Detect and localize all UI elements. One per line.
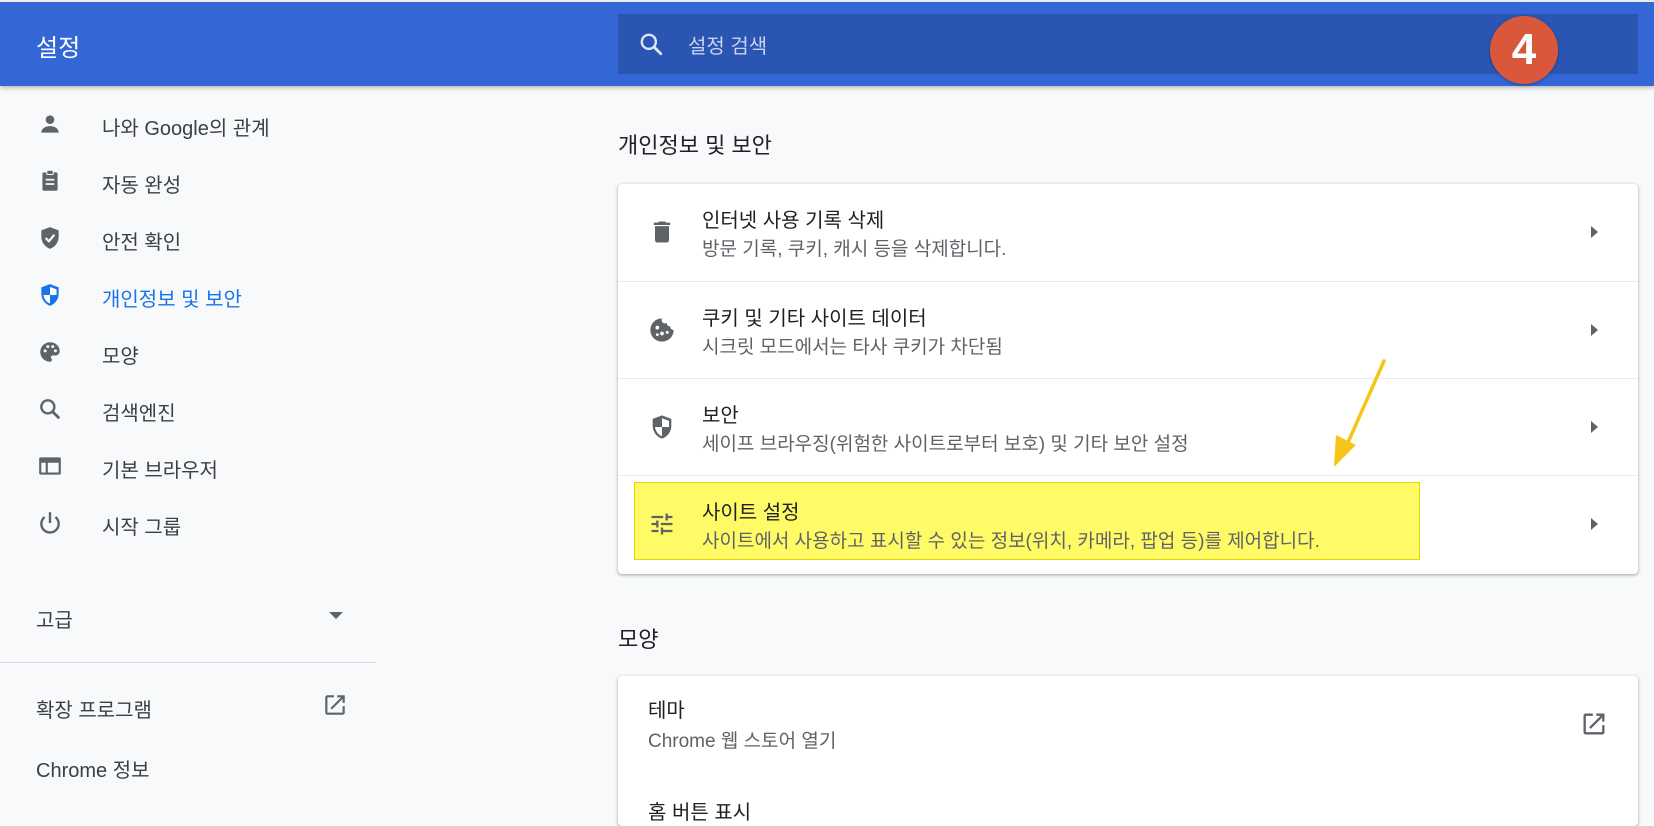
security-shield-icon: [652, 415, 672, 439]
extensions-link[interactable]: 확장 프로그램: [0, 678, 376, 734]
show-home-button-title[interactable]: 홈 버튼 표시: [648, 796, 751, 825]
sidebar-item-default-browser[interactable]: 기본 브라우저: [0, 436, 376, 494]
sidebar-item-google[interactable]: 나와 Google의 관계: [0, 94, 376, 152]
shield-icon: [41, 284, 59, 306]
chevron-right-icon: [1591, 421, 1598, 433]
extensions-label: 확장 프로그램: [36, 700, 152, 722]
top-toolbar: 설정 설정 검색 4: [0, 0, 1654, 86]
chevron-right-icon: [1591, 324, 1598, 336]
tune-icon: [651, 513, 673, 535]
sidebar-item-label: 나와 Google의 관계: [102, 118, 270, 140]
clipboard-icon: [42, 169, 58, 191]
row-subtitle: 사이트에서 사용하고 표시할 수 있는 정보(위치, 카메라, 팝업 등)를 제…: [702, 531, 1320, 552]
sidebar-item-safety-check[interactable]: 안전 확인: [0, 208, 376, 266]
annotation-arrow-icon: [1334, 359, 1386, 467]
shield-check-icon: [41, 227, 59, 249]
sidebar-item-privacy[interactable]: 개인정보 및 보안: [0, 265, 376, 323]
sidebar-item-label: 검색엔진: [102, 403, 176, 425]
row-title: 인터넷 사용 기록 삭제: [702, 210, 885, 232]
power-icon: [40, 512, 60, 534]
row-title: 보안: [702, 405, 739, 427]
sidebar: 나와 Google의 관계 자동 완성 안전 확인 개인정보 및 보안 모양 검…: [0, 86, 376, 805]
advanced-label: 고급: [36, 610, 73, 632]
sidebar-item-label: 자동 완성: [102, 175, 182, 197]
row-title: 테마: [648, 700, 685, 722]
dropdown-arrow-icon: [329, 612, 343, 619]
about-chrome-link[interactable]: Chrome 정보: [0, 738, 376, 794]
privacy-section-title: 개인정보 및 보안: [618, 133, 772, 158]
appearance-card: 테마 Chrome 웹 스토어 열기 홈 버튼 표시: [618, 676, 1638, 826]
search-box[interactable]: 설정 검색: [618, 14, 1638, 74]
about-label: Chrome 정보: [36, 760, 150, 782]
chevron-right-icon: [1591, 226, 1598, 238]
row-subtitle: Chrome 웹 스토어 열기: [648, 731, 837, 752]
person-icon: [41, 115, 59, 133]
palette-icon: [40, 342, 60, 362]
row-title: 쿠키 및 기타 사이트 데이터: [702, 308, 927, 330]
app-title: 설정: [36, 35, 81, 62]
cookie-icon: [650, 318, 674, 342]
row-subtitle: 시크릿 모드에서는 타사 쿠키가 차단됨: [702, 337, 1003, 358]
sidebar-item-label: 시작 그룹: [102, 517, 182, 539]
site-settings-row[interactable]: 사이트 설정 사이트에서 사용하고 표시할 수 있는 정보(위치, 카메라, 팝…: [618, 475, 1638, 572]
search-icon: [40, 399, 61, 420]
sidebar-divider: [0, 662, 376, 663]
chevron-right-icon: [1591, 518, 1598, 530]
cookies-row[interactable]: 쿠키 및 기타 사이트 데이터 시크릿 모드에서는 타사 쿠키가 차단됨: [618, 281, 1638, 378]
sidebar-item-search-engine[interactable]: 검색엔진: [0, 379, 376, 437]
privacy-card: 인터넷 사용 기록 삭제 방문 기록, 쿠키, 캐시 등을 삭제합니다. 쿠키 …: [618, 184, 1638, 574]
open-in-new-icon: [1583, 713, 1605, 735]
sidebar-item-label: 모양: [102, 346, 139, 368]
browser-icon: [39, 457, 61, 475]
step-number-badge: 4: [1490, 16, 1558, 84]
theme-row[interactable]: 테마 Chrome 웹 스토어 열기: [618, 676, 1638, 773]
clear-browsing-data-row[interactable]: 인터넷 사용 기록 삭제 방문 기록, 쿠키, 캐시 등을 삭제합니다.: [618, 184, 1638, 281]
sidebar-item-autofill[interactable]: 자동 완성: [0, 151, 376, 209]
row-subtitle: 세이프 브라우징(위험한 사이트로부터 보호) 및 기타 보안 설정: [702, 434, 1189, 455]
sidebar-item-label: 개인정보 및 보안: [102, 289, 242, 311]
open-in-new-icon: [325, 695, 345, 715]
sidebar-item-label: 안전 확인: [102, 232, 182, 254]
appearance-section-title: 모양: [618, 627, 659, 652]
sidebar-item-on-startup[interactable]: 시작 그룹: [0, 493, 376, 551]
sidebar-item-label: 기본 브라우저: [102, 460, 218, 482]
row-subtitle: 방문 기록, 쿠키, 캐시 등을 삭제합니다.: [702, 239, 1007, 260]
search-input[interactable]: 설정 검색: [688, 30, 767, 59]
advanced-toggle[interactable]: 고급: [0, 588, 376, 644]
trash-icon: [653, 221, 671, 243]
row-title: 사이트 설정: [702, 502, 800, 524]
search-icon: [640, 33, 663, 56]
security-row[interactable]: 보안 세이프 브라우징(위험한 사이트로부터 보호) 및 기타 보안 설정: [618, 378, 1638, 475]
sidebar-item-appearance[interactable]: 모양: [0, 322, 376, 380]
